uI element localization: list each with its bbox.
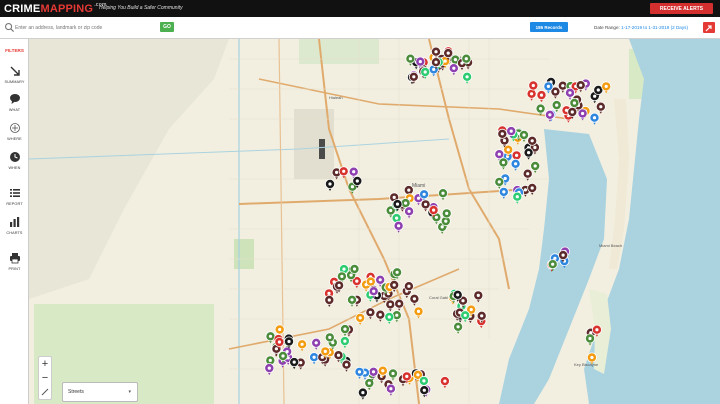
- header-bar: CRIME MAPPING .com Helping You Build a Saf…: [0, 0, 720, 17]
- ruler-icon: [41, 388, 49, 396]
- date-range-label: Date Range:: [594, 25, 620, 30]
- logo-text-crime: CRIME: [4, 2, 41, 15]
- date-range[interactable]: Date Range: 1-17-2019 to 1-31-2019 (2 Da…: [594, 25, 688, 30]
- records-button[interactable]: 186 Records: [530, 22, 568, 32]
- search-bar: GO 186 Records Date Range: 1-17-2019 to …: [0, 17, 720, 39]
- sidebar-item-label: CHARTS: [6, 231, 23, 235]
- sidebar-item-where[interactable]: WHERE: [0, 121, 29, 149]
- sidebar-item-label: WHERE: [7, 137, 22, 141]
- tagline: Helping You Build a Safer Community: [99, 5, 183, 11]
- crimemapping-logo[interactable]: CRIME MAPPING .com: [4, 2, 107, 15]
- crime-map[interactable]: Miami Miami Beach Key Biscayne Coral Gab…: [29, 39, 720, 404]
- receive-alerts-button[interactable]: RECEIVE ALERTS: [650, 3, 713, 14]
- filters-sidebar: FILTERS SUMMARY WHAT WHERE WHEN REPORT C…: [0, 39, 29, 404]
- location-icon: [9, 123, 20, 133]
- date-range-value[interactable]: 1-17-2019 to 1-31-2019 (2 Days): [621, 25, 688, 30]
- speech-icon: [9, 94, 20, 104]
- sidebar-item-label: WHAT: [8, 108, 21, 112]
- sidebar-item-what[interactable]: WHAT: [0, 92, 29, 120]
- sidebar-item-summary[interactable]: SUMMARY: [0, 64, 29, 92]
- sidebar-item-label: PRINT: [8, 267, 21, 271]
- map-label-key-biscayne: Key Biscayne: [574, 362, 599, 367]
- zoom-out-button[interactable]: −: [39, 371, 51, 385]
- sidebar-item-print[interactable]: PRINT: [0, 251, 29, 279]
- map-label-hialeah: Hialeah: [329, 95, 343, 100]
- arrow-icon: [10, 66, 20, 76]
- printer-icon: [9, 253, 20, 264]
- clock-icon: [9, 152, 20, 162]
- map-label-miami: Miami: [412, 183, 425, 189]
- share-button[interactable]: [703, 22, 715, 33]
- map-layer-select[interactable]: Streets ▾: [62, 382, 138, 402]
- sidebar-item-when[interactable]: WHEN: [0, 150, 29, 178]
- chevron-down-icon: ▾: [128, 389, 131, 395]
- search-icon: [5, 23, 15, 33]
- search-input[interactable]: [15, 21, 155, 34]
- filters-label: FILTERS: [5, 48, 24, 53]
- sidebar-item-label: REPORT: [6, 202, 23, 206]
- sidebar-item-charts[interactable]: CHARTS: [0, 215, 29, 243]
- zoom-in-button[interactable]: +: [39, 357, 51, 371]
- logo-text-mapping: MAPPING: [40, 2, 94, 15]
- map-layer-value: Streets: [68, 389, 84, 395]
- sidebar-item-report[interactable]: REPORT: [0, 186, 29, 214]
- sidebar-item-label: WHEN: [8, 166, 21, 170]
- measure-tool-button[interactable]: [39, 385, 51, 399]
- list-icon: [9, 189, 20, 197]
- zoom-controls: + −: [38, 356, 52, 400]
- sidebar-item-label: SUMMARY: [4, 80, 25, 84]
- bar-chart-icon: [9, 217, 19, 227]
- map-label-miami-beach: Miami Beach: [599, 243, 622, 248]
- share-icon: [705, 24, 712, 31]
- map-base: Miami Miami Beach Key Biscayne Coral Gab…: [29, 39, 720, 404]
- go-button[interactable]: GO: [160, 22, 174, 32]
